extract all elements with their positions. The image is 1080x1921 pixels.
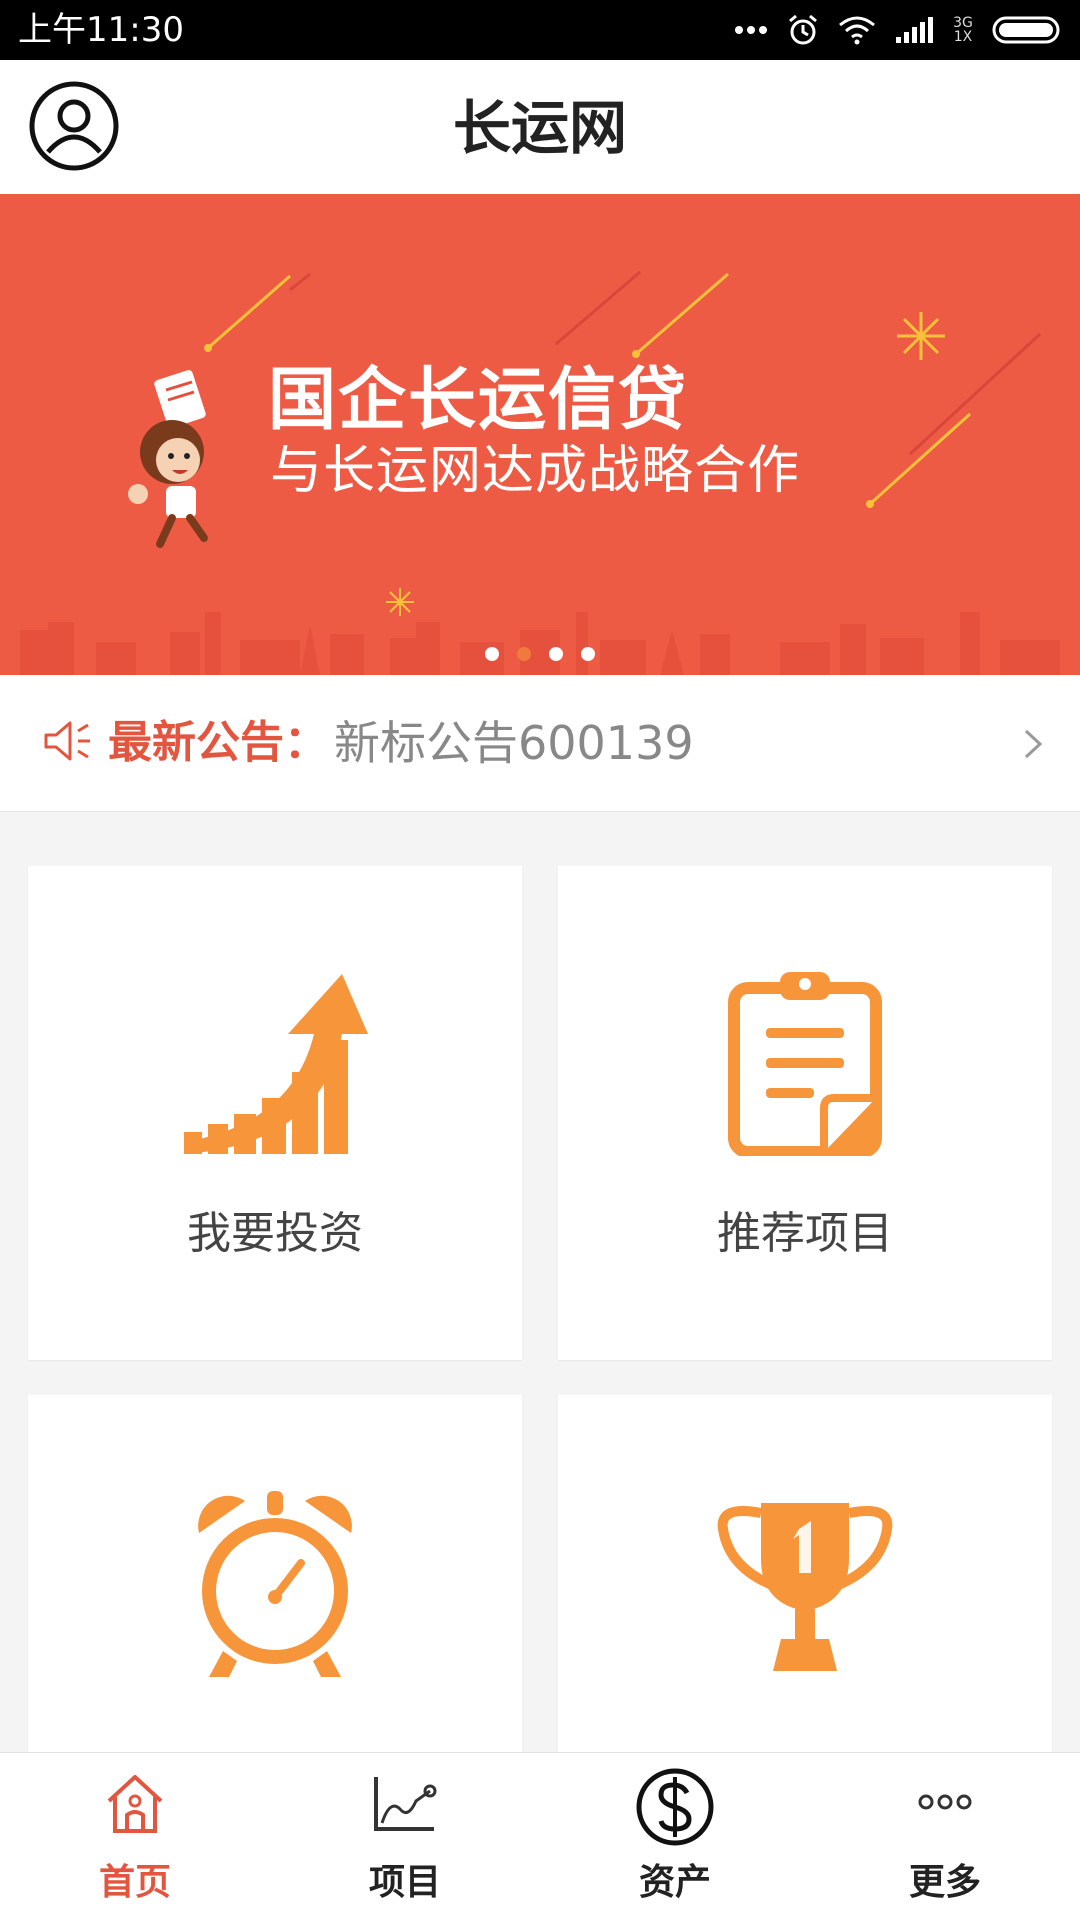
auto-invest-card[interactable] (28, 1395, 522, 1795)
nav-label-assets: 资产 (638, 1862, 711, 1903)
app-header: 长运网 (0, 60, 1080, 195)
nav-label-home: 首页 (98, 1862, 171, 1903)
dollar-icon (540, 1767, 810, 1847)
banner-pagination (0, 647, 1080, 661)
recommended-projects-label: 推荐项目 (717, 1208, 893, 1259)
clipboard-icon (558, 970, 1052, 1156)
chart-icon (270, 1773, 540, 1835)
recommended-projects-card[interactable]: 推荐项目 (558, 866, 1052, 1360)
banner-dot[interactable] (549, 647, 563, 661)
nav-item-home[interactable]: 首页 (0, 1753, 270, 1921)
status-icons: 3G 1X (734, 8, 1064, 52)
invest-card[interactable]: 我要投资 (28, 866, 522, 1360)
network-label-top: 3G (953, 15, 973, 31)
status-time: 上午11:30 (18, 10, 184, 50)
banner-subtitle: 与长运网达成战略合作 (270, 441, 801, 501)
battery-icon (992, 16, 1060, 44)
promo-banner[interactable]: 国企长运信贷 与长运网达成战略合作 (0, 194, 1080, 675)
invest-card-label: 我要投资 (187, 1208, 363, 1259)
more-icon (810, 1793, 1080, 1811)
status-bar: 上午11:30 3G 1X (0, 0, 1080, 60)
network-label-bottom: 1X (953, 29, 973, 45)
alarm-icon (789, 14, 817, 45)
nav-item-more[interactable]: 更多 (810, 1753, 1080, 1921)
page-title: 长运网 (452, 94, 627, 162)
banner-title: 国企长运信贷 (268, 361, 689, 440)
trophy-icon (558, 1499, 1052, 1675)
banner-dot[interactable] (485, 647, 499, 661)
nav-item-assets[interactable]: 资产 (540, 1753, 810, 1921)
banner-dot[interactable] (581, 647, 595, 661)
mascot-illustration (128, 370, 208, 548)
leaderboard-card[interactable] (558, 1395, 1052, 1795)
alarm-clock-icon (28, 1491, 522, 1681)
home-icon (0, 1773, 270, 1835)
announcement-text[interactable]: 新标公告600139 (334, 715, 694, 771)
nav-label-more: 更多 (908, 1862, 981, 1903)
growth-arrow-icon (28, 974, 522, 1154)
nav-item-projects[interactable]: 项目 (270, 1753, 540, 1921)
announcement-bar[interactable]: 最新公告： 新标公告600139 (0, 675, 1080, 812)
nav-label-projects: 项目 (368, 1862, 441, 1903)
more-notifications-icon (735, 26, 767, 34)
signal-icon (896, 17, 933, 43)
chevron-right-icon (1024, 729, 1043, 759)
wifi-icon (839, 16, 875, 45)
announcement-label: 最新公告： (108, 717, 328, 768)
banner-dot-active[interactable] (517, 647, 531, 661)
network-type: 3G 1X (952, 16, 974, 44)
speaker-icon (44, 721, 90, 761)
bottom-nav: 首页 项目 资产 更多 (0, 1752, 1080, 1921)
